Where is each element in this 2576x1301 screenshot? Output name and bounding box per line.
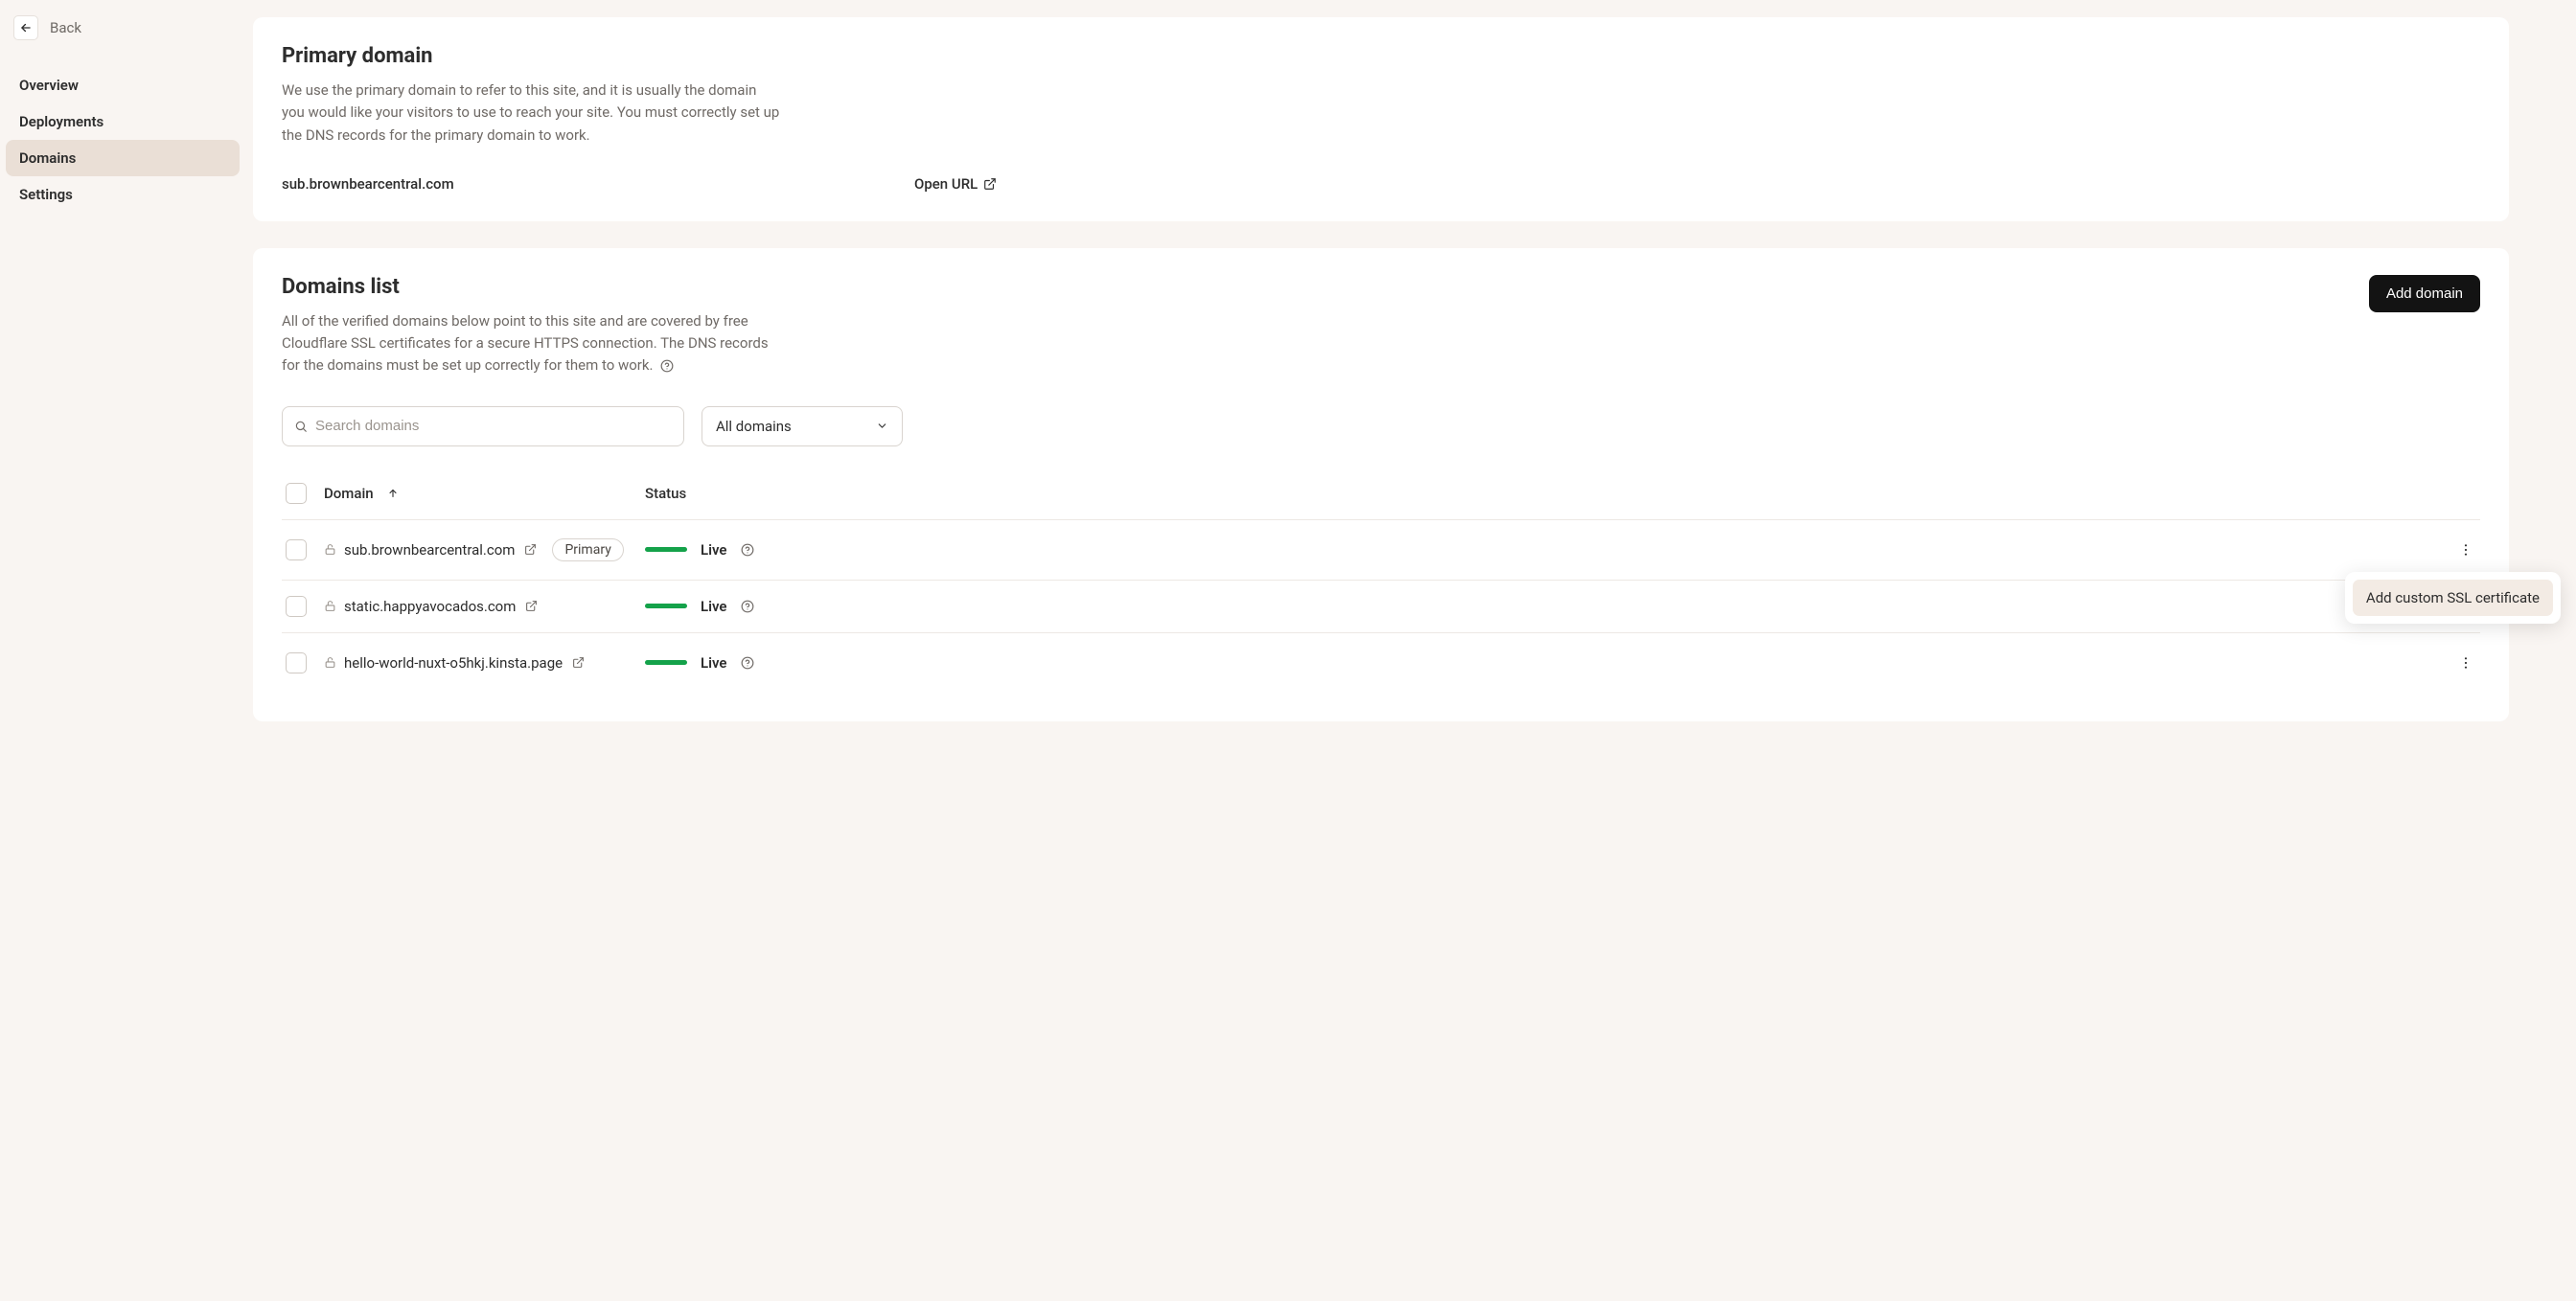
row-actions-menu[interactable] xyxy=(2455,536,2476,564)
row-checkbox[interactable] xyxy=(286,596,307,617)
search-domains-input[interactable] xyxy=(315,418,672,434)
column-header-domain-label: Domain xyxy=(324,485,374,502)
status-indicator xyxy=(645,604,687,608)
column-header-status: Status xyxy=(645,485,2438,502)
sort-asc-icon xyxy=(387,488,399,499)
table-header-row: Domain Status xyxy=(282,460,2480,520)
table-row: sub.brownbearcentral.com Primary Live Ad… xyxy=(282,520,2480,581)
domain-name: static.happyavocados.com xyxy=(344,598,516,615)
sidebar-item-label: Overview xyxy=(19,77,79,94)
lock-open-icon xyxy=(324,656,336,669)
primary-domain-title: Primary domain xyxy=(282,44,2480,68)
sidebar-item-label: Domains xyxy=(19,149,76,167)
nav-list: Overview Deployments Domains Settings xyxy=(6,67,240,213)
help-icon[interactable] xyxy=(660,359,674,373)
domain-name: sub.brownbearcentral.com xyxy=(344,541,515,559)
column-header-status-label: Status xyxy=(645,485,686,502)
back-label: Back xyxy=(50,19,81,36)
dots-vertical-icon xyxy=(2458,542,2473,558)
sidebar-item-label: Deployments xyxy=(19,113,104,130)
add-domain-button[interactable]: Add domain xyxy=(2369,275,2480,312)
back-button[interactable] xyxy=(13,15,38,40)
back-row: Back xyxy=(6,15,240,40)
status-text: Live xyxy=(701,598,727,615)
main-content: Primary domain We use the primary domain… xyxy=(249,0,2576,1301)
domains-list-card: Domains list All of the verified domains… xyxy=(253,248,2509,721)
help-icon[interactable] xyxy=(741,600,754,613)
search-icon xyxy=(294,420,308,433)
chevron-down-icon xyxy=(876,420,888,432)
add-domain-label: Add domain xyxy=(2386,285,2463,302)
domains-list-title: Domains list xyxy=(282,275,780,299)
domain-name: hello-world-nuxt-o5hkj.kinsta.page xyxy=(344,654,563,672)
open-url-label: Open URL xyxy=(914,175,978,193)
status-indicator xyxy=(645,660,687,665)
sidebar-item-overview[interactable]: Overview xyxy=(6,67,240,103)
domains-list-desc-text: All of the verified domains below point … xyxy=(282,312,769,375)
arrow-left-icon xyxy=(19,21,33,34)
help-icon[interactable] xyxy=(741,656,754,670)
table-row: hello-world-nuxt-o5hkj.kinsta.page Live xyxy=(282,633,2480,693)
primary-domain-value: sub.brownbearcentral.com xyxy=(282,175,665,193)
primary-domain-desc: We use the primary domain to refer to th… xyxy=(282,80,780,147)
primary-badge: Primary xyxy=(552,538,623,561)
search-domains-wrapper xyxy=(282,406,684,446)
external-link-icon xyxy=(983,177,997,191)
lock-open-icon xyxy=(324,543,336,556)
table-row: static.happyavocados.com Live xyxy=(282,581,2480,633)
add-ssl-menu-item[interactable]: Add custom SSL certificate xyxy=(2353,580,2553,616)
sidebar-item-label: Settings xyxy=(19,186,73,203)
open-url-link[interactable]: Open URL xyxy=(914,175,997,193)
sidebar-item-domains[interactable]: Domains xyxy=(6,140,240,176)
domain-filter-label: All domains xyxy=(716,418,792,435)
primary-domain-card: Primary domain We use the primary domain… xyxy=(253,17,2509,221)
dots-vertical-icon xyxy=(2458,655,2473,671)
sidebar-item-deployments[interactable]: Deployments xyxy=(6,103,240,140)
sidebar: Back Overview Deployments Domains Settin… xyxy=(0,0,249,1301)
lock-open-icon xyxy=(324,600,336,612)
column-header-domain[interactable]: Domain xyxy=(324,485,645,502)
status-indicator xyxy=(645,547,687,552)
select-all-checkbox[interactable] xyxy=(286,483,307,504)
row-checkbox[interactable] xyxy=(286,652,307,673)
domains-table: Domain Status sub.brownbearcentral.com P… xyxy=(282,460,2480,693)
external-link-icon[interactable] xyxy=(525,600,538,612)
external-link-icon[interactable] xyxy=(572,656,585,669)
external-link-icon[interactable] xyxy=(524,543,537,556)
row-actions-menu[interactable] xyxy=(2455,649,2476,677)
sidebar-item-settings[interactable]: Settings xyxy=(6,176,240,213)
help-icon[interactable] xyxy=(741,543,754,557)
row-checkbox[interactable] xyxy=(286,539,307,560)
status-text: Live xyxy=(701,541,727,559)
domain-filter-select[interactable]: All domains xyxy=(702,406,903,446)
domains-list-desc: All of the verified domains below point … xyxy=(282,310,780,377)
row-actions-popover: Add custom SSL certificate xyxy=(2345,572,2561,624)
status-text: Live xyxy=(701,654,727,672)
